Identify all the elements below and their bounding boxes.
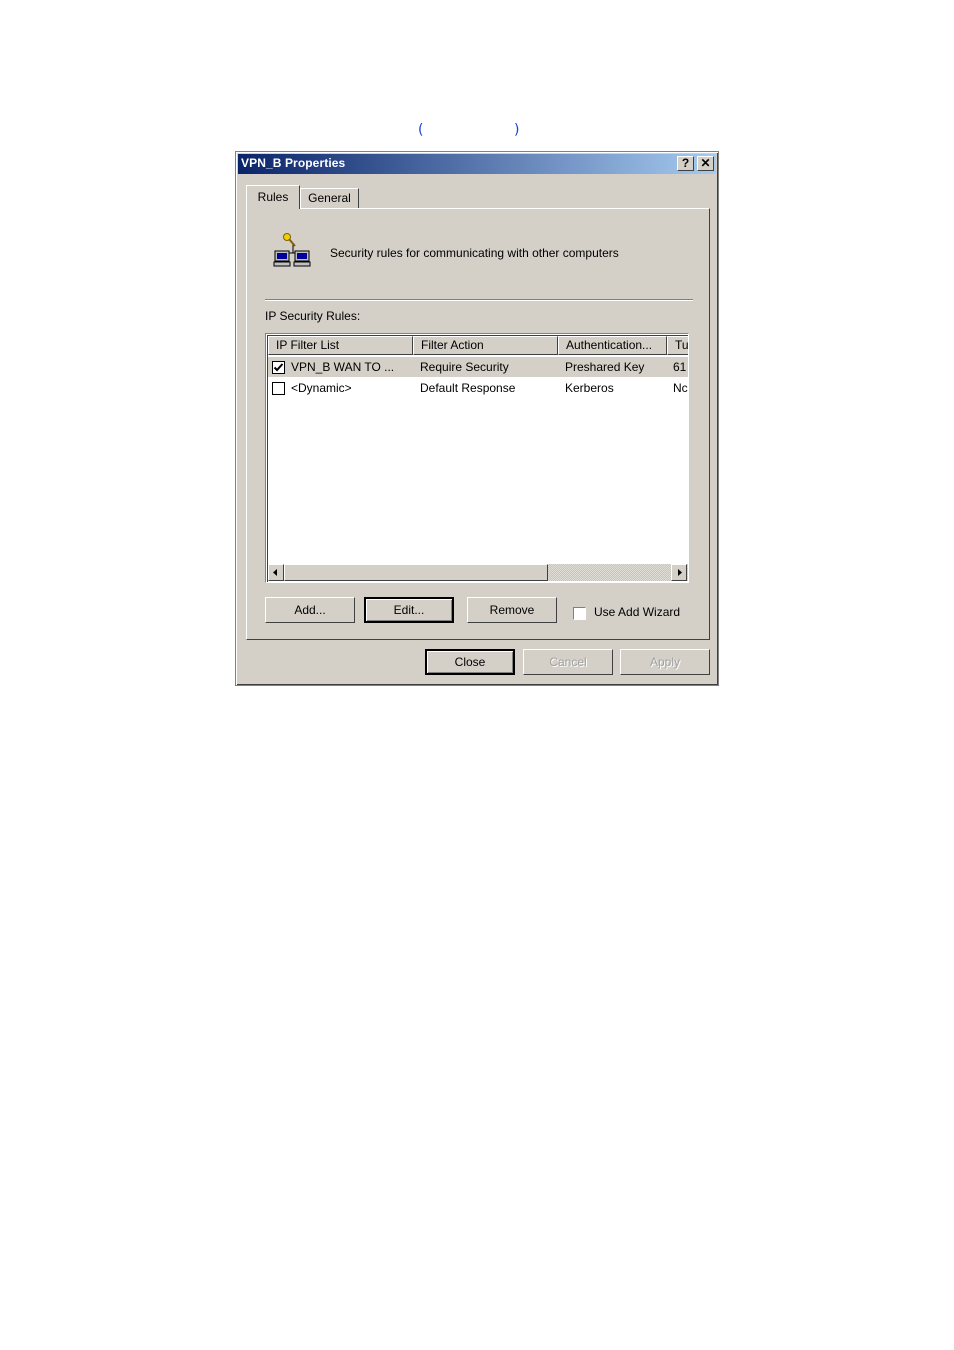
checkmark-icon [273,363,284,372]
separator [265,299,693,301]
column-header-filter-action[interactable]: Filter Action [413,336,558,355]
properties-dialog: VPN_B Properties ? ✕ Rules General Secur… [235,151,719,686]
cell-authentication: Kerberos [565,381,614,395]
horizontal-scrollbar[interactable] [268,564,688,581]
add-button[interactable]: Add... [265,597,355,623]
use-add-wizard-checkbox[interactable] [573,607,586,620]
ip-security-rules-list[interactable]: IP Filter List Filter Action Authenticat… [265,333,689,583]
column-header-authentication[interactable]: Authentication... [558,336,667,355]
rules-panel: Security rules for communicating with ot… [246,208,710,640]
column-header-ip-filter-list[interactable]: IP Filter List [268,336,413,355]
network-security-icon [273,233,311,267]
caption: ( ) [418,122,528,142]
help-button[interactable]: ? [677,156,694,171]
cancel-button[interactable]: Cancel [523,649,613,675]
rule-checkbox[interactable] [272,382,285,395]
tab-general[interactable]: General [300,188,359,209]
use-add-wizard-label[interactable]: Use Add Wizard [594,605,680,619]
column-header-tunnel[interactable]: Tu [667,336,688,355]
remove-button[interactable]: Remove [467,597,557,623]
caption-open-paren: ( [418,122,424,138]
scroll-right-button[interactable] [671,564,687,581]
cell-authentication: Preshared Key [565,360,645,374]
cell-filter-action: Require Security [420,360,509,374]
caption-close-paren: ) [514,122,520,138]
window-title: VPN_B Properties [241,156,346,170]
scroll-left-button[interactable] [268,564,284,581]
close-button[interactable]: Close [425,649,515,675]
edit-button[interactable]: Edit... [364,597,454,623]
table-row[interactable]: <Dynamic> Default Response Kerberos Nc [268,378,688,398]
ip-security-rules-label: IP Security Rules: [265,309,361,323]
rules-description: Security rules for communicating with ot… [330,246,619,260]
cell-filter-list: VPN_B WAN TO ... [291,360,395,374]
arrow-right-icon [678,569,682,576]
scrollbar-thumb[interactable] [284,564,548,581]
arrow-left-icon [273,569,277,576]
rule-checkbox[interactable] [272,361,285,374]
cell-tunnel: 61 [673,360,687,374]
tab-rules[interactable]: Rules [246,185,300,209]
cell-tunnel: Nc [673,381,688,395]
apply-button[interactable]: Apply [620,649,710,675]
cell-filter-list: <Dynamic> [291,381,352,395]
title-bar[interactable]: VPN_B Properties ? ✕ [238,154,716,174]
table-row[interactable]: VPN_B WAN TO ... Require Security Presha… [268,357,688,377]
close-window-button[interactable]: ✕ [697,156,714,171]
cell-filter-action: Default Response [420,381,516,395]
